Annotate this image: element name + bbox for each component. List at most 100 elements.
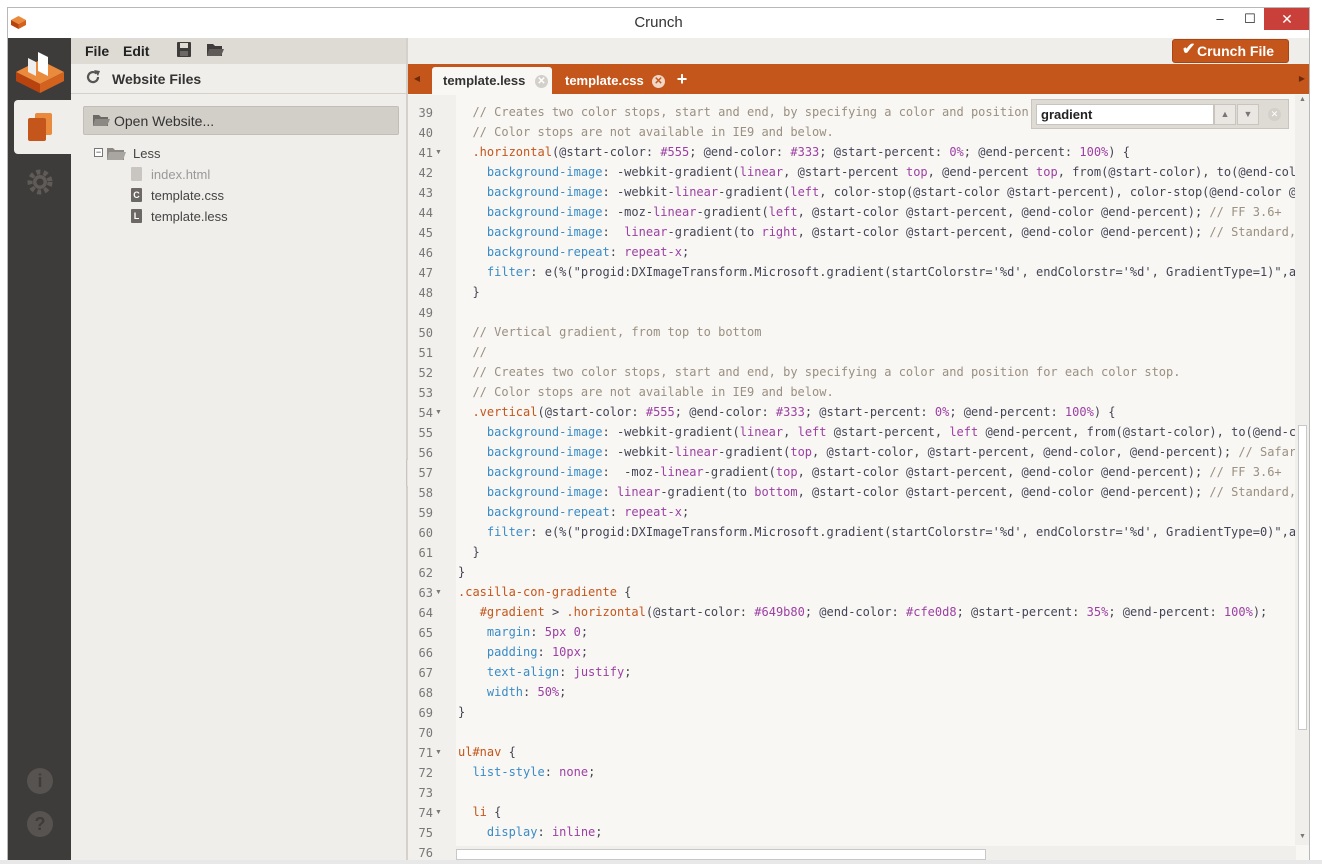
- files-icon: [28, 113, 52, 141]
- code-line: margin: 5px 0;: [486, 625, 589, 639]
- css-file-icon: C: [131, 188, 142, 202]
- desktop-strip: [0, 860, 1322, 864]
- line-number: 46: [418, 246, 433, 260]
- tab-close-icon[interactable]: ✕: [652, 75, 665, 88]
- save-icon[interactable]: [176, 42, 194, 58]
- code-line: ul#nav {: [458, 745, 516, 759]
- line-number: 68: [418, 686, 433, 700]
- crunch-file-button[interactable]: ✔ Crunch File: [1172, 39, 1289, 63]
- code-line: // Creates two color stops, start and en…: [472, 105, 1051, 119]
- find-next-button[interactable]: ▼: [1237, 104, 1259, 125]
- line-number: 49: [418, 306, 433, 320]
- tab-close-icon[interactable]: ✕: [535, 75, 548, 88]
- folder-open-icon: [93, 115, 110, 126]
- line-number: 66: [418, 646, 433, 660]
- line-number: 39: [418, 106, 433, 120]
- tree-file-less[interactable]: L template.less: [131, 208, 271, 226]
- tab-template-css[interactable]: template.css ✕: [554, 67, 670, 94]
- close-button[interactable]: ✕: [1264, 8, 1309, 30]
- fold-toggle-icon[interactable]: ▼: [435, 409, 442, 416]
- line-number: 71: [418, 746, 433, 760]
- title-bar: Crunch – ☐ ✕: [8, 8, 1309, 38]
- line-number: 53: [418, 386, 433, 400]
- scroll-up-icon[interactable]: ▲: [1299, 96, 1306, 103]
- line-number: 42: [418, 166, 433, 180]
- fold-toggle-icon[interactable]: ▼: [435, 149, 442, 156]
- code-line: text-align: justify;: [486, 665, 632, 679]
- vertical-scroll-thumb[interactable]: [1298, 425, 1307, 730]
- line-number-gutter: 39 40 41 ▼ 42 43 44 45 46 47 48 49 50 51 52 53 54 ▼ 55 56 57…: [408, 95, 456, 861]
- line-number: 50: [418, 326, 433, 340]
- rail-files-tab[interactable]: [14, 100, 71, 154]
- crunch-file-label: Crunch File: [1197, 43, 1275, 59]
- menu-file[interactable]: File: [85, 43, 109, 59]
- line-number: 70: [418, 726, 433, 740]
- minimize-button[interactable]: –: [1206, 8, 1234, 30]
- app-window: Crunch – ☐ ✕ i ? File Edit Website Files…: [7, 7, 1310, 862]
- line-number: 40: [418, 126, 433, 140]
- tab-scroll-left-icon[interactable]: ◀: [408, 64, 426, 94]
- open-website-label: Open Website...: [114, 113, 215, 129]
- tab-scroll-right-icon[interactable]: ▶: [1293, 64, 1309, 94]
- code-line: #gradient > .horizontal(@start-color: #6…: [479, 605, 1268, 619]
- code-line: // Vertical gradient, from top to bottom: [472, 325, 762, 339]
- fold-toggle-icon[interactable]: ▼: [435, 589, 442, 596]
- code-line: // Color stops are not available in IE9 …: [472, 125, 834, 139]
- menu-bar: File Edit: [71, 38, 406, 64]
- code-line: width: 50%;: [486, 685, 567, 699]
- maximize-button[interactable]: ☐: [1236, 8, 1264, 30]
- code-line: }: [458, 565, 466, 579]
- tree-folder-less[interactable]: − Less: [94, 145, 214, 163]
- collapse-toggle-icon[interactable]: −: [94, 148, 103, 157]
- code-line: background-repeat: repeat-x;: [486, 505, 690, 519]
- line-number: 55: [418, 426, 433, 440]
- search-input[interactable]: [1036, 104, 1214, 125]
- fold-toggle-icon[interactable]: ▼: [435, 809, 442, 816]
- line-number: 64: [418, 606, 433, 620]
- tree-file-index[interactable]: index.html: [131, 166, 271, 184]
- menu-edit[interactable]: Edit: [123, 43, 149, 59]
- code-line: .casilla-con-gradiente {: [458, 585, 632, 599]
- fold-toggle-icon[interactable]: ▼: [435, 749, 442, 756]
- find-previous-button[interactable]: ▲: [1214, 104, 1236, 125]
- code-line: }: [458, 705, 466, 719]
- tree-file-css[interactable]: C template.css: [131, 187, 271, 205]
- code-line: // Creates two color stops, start and en…: [472, 365, 1181, 379]
- horizontal-scroll-thumb[interactable]: [456, 849, 986, 860]
- crunch-logo-icon: [16, 52, 64, 93]
- gear-icon[interactable]: [26, 168, 54, 196]
- add-tab-button[interactable]: +: [671, 69, 693, 91]
- line-number: 58: [418, 486, 433, 500]
- line-number: 63: [418, 586, 433, 600]
- window-title: Crunch: [634, 14, 683, 31]
- tab-template-less[interactable]: template.less ✕: [432, 67, 552, 94]
- code-line: padding: 10px;: [486, 645, 589, 659]
- scroll-down-icon[interactable]: ▼: [1299, 833, 1306, 840]
- refresh-icon[interactable]: [85, 69, 101, 85]
- code-line: }: [458, 285, 480, 299]
- code-line: background-image: -webkit-gradient(linea…: [486, 165, 1296, 179]
- code-editor[interactable]: // Creates two color stops, start and en…: [458, 95, 1296, 845]
- code-line: //: [472, 345, 487, 359]
- line-number: 51: [418, 346, 433, 360]
- code-line: .horizontal(@start-color: #555; @end-col…: [472, 145, 1130, 159]
- open-folder-icon[interactable]: [206, 42, 224, 58]
- code-line: list-style: none;: [472, 765, 596, 779]
- line-number: 60: [418, 526, 433, 540]
- find-close-button[interactable]: ✕: [1268, 108, 1281, 121]
- check-icon: ✔: [1182, 41, 1196, 58]
- tab-bar: ◀ template.less ✕ template.css ✕ + ▶: [408, 64, 1309, 94]
- help-icon[interactable]: ?: [27, 811, 53, 837]
- code-line: background-repeat: repeat-x;: [486, 245, 690, 259]
- info-icon[interactable]: i: [27, 768, 53, 794]
- line-number: 65: [418, 626, 433, 640]
- line-number: 61: [418, 546, 433, 560]
- vertical-scrollbar[interactable]: ▲ ▼: [1295, 95, 1309, 845]
- open-website-button[interactable]: Open Website...: [83, 106, 399, 135]
- code-line: background-image: -moz-linear-gradient(t…: [486, 465, 1282, 479]
- line-number: 75: [418, 826, 433, 840]
- code-line: background-image: -webkit-linear-gradien…: [486, 185, 1296, 199]
- files-sidebar: File Edit Website Files Open Website... …: [71, 38, 406, 861]
- line-number: 74: [418, 806, 433, 820]
- editor-toolbar: ✔ Crunch File: [408, 38, 1309, 64]
